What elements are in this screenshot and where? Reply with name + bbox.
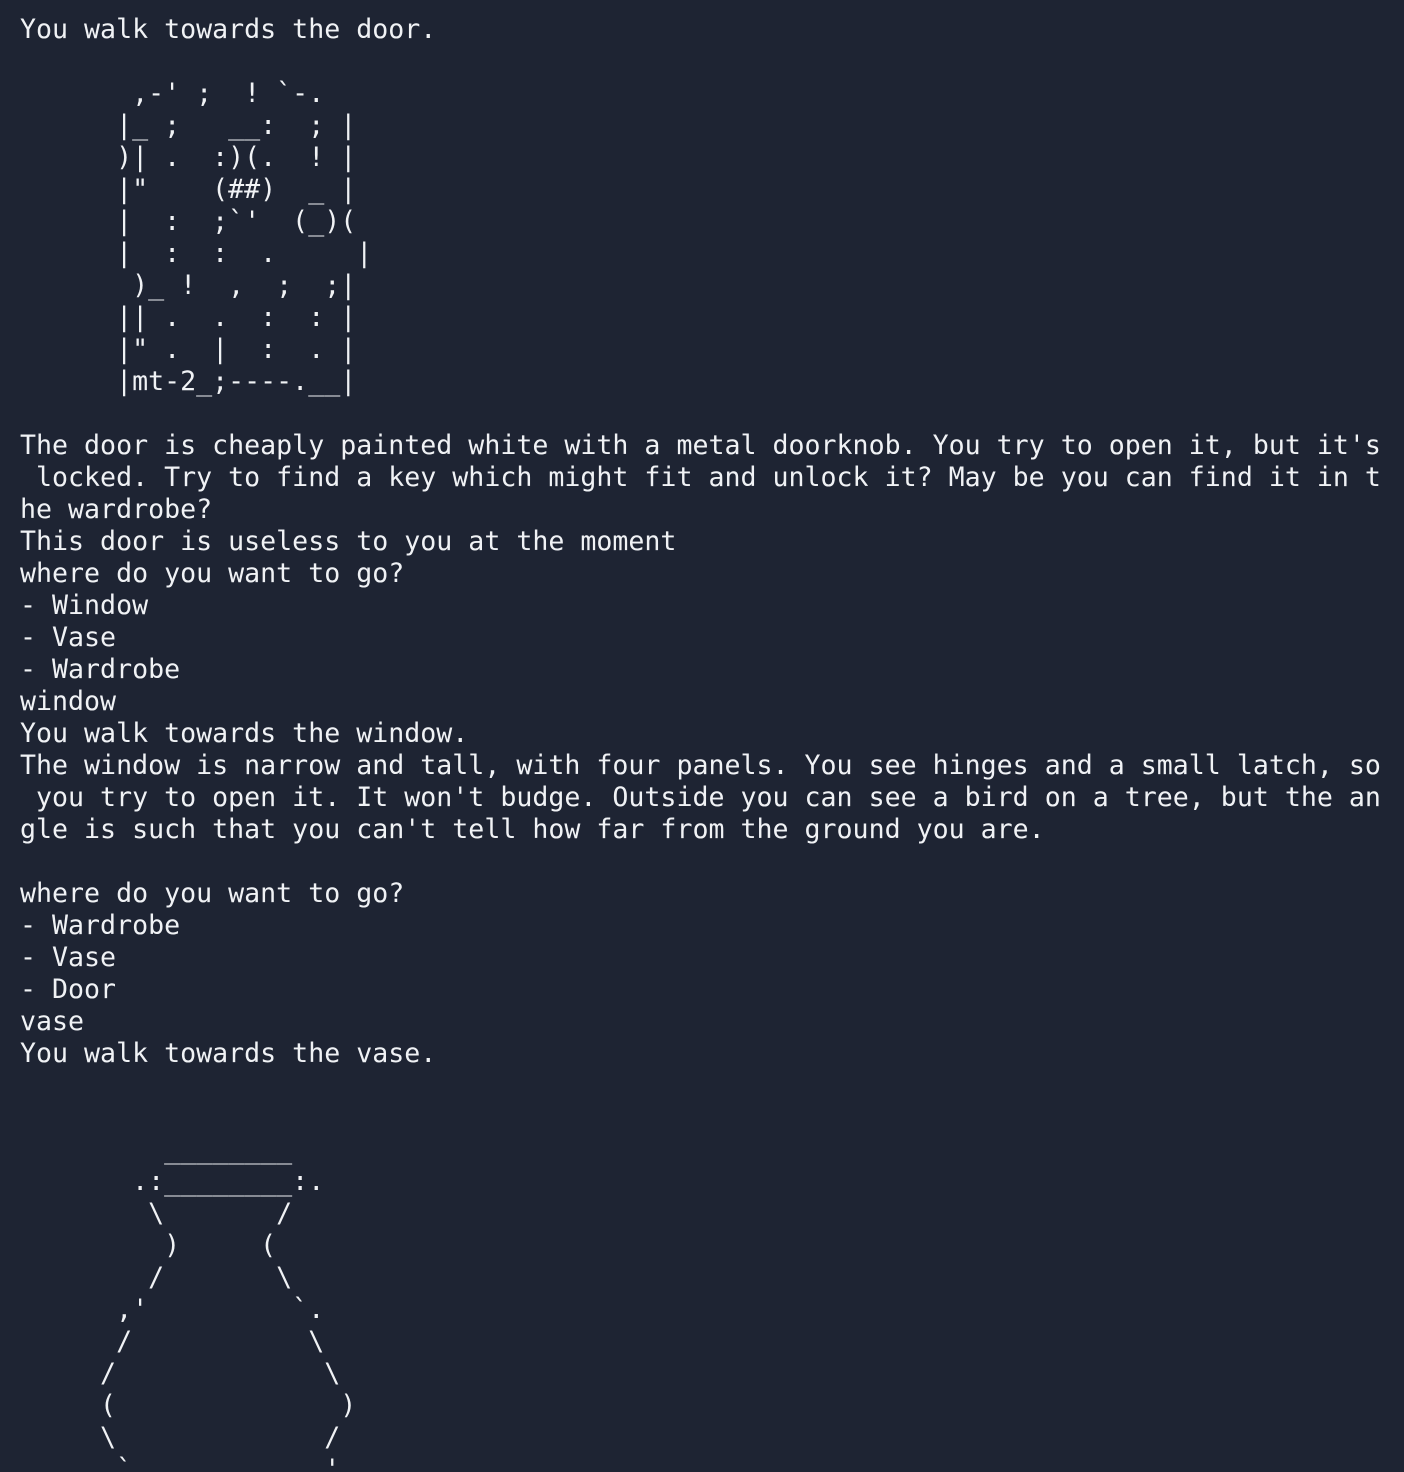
vase-ascii-art: ( )	[20, 1390, 357, 1421]
door-ascii-art: )_ ! , ; ;|	[20, 270, 357, 301]
terminal-line: locked. Try to find a key which might fi…	[20, 462, 1381, 493]
terminal-user-input: vase	[20, 1006, 85, 1037]
vase-ascii-art: `. ,'	[20, 1454, 341, 1472]
terminal-line: gle is such that you can't tell how far …	[20, 814, 1045, 845]
vase-ascii-art: ) (	[20, 1230, 277, 1261]
terminal-line: The window is narrow and tall, with four…	[20, 750, 1381, 781]
vase-ascii-art: / \	[20, 1326, 325, 1357]
terminal-line: you try to open it. It won't budge. Outs…	[20, 782, 1381, 813]
terminal-prompt: where do you want to go?	[20, 558, 405, 589]
terminal-option: - Door	[20, 974, 117, 1005]
terminal-option: - Window	[20, 590, 149, 621]
terminal-line: he wardrobe?	[20, 494, 213, 525]
terminal-user-input: window	[20, 686, 117, 717]
vase-ascii-art: / \	[20, 1358, 341, 1389]
terminal-line: The door is cheaply painted white with a…	[20, 430, 1381, 461]
vase-ascii-art: .:________:.	[20, 1166, 325, 1197]
door-ascii-art: |mt-2_;----.__|	[20, 366, 357, 397]
terminal-output: You walk towards the door. ,-' ; ! `-. |…	[20, 14, 1392, 1472]
terminal-prompt: where do you want to go?	[20, 878, 405, 909]
door-ascii-art: |_ ; __: ; |	[20, 110, 357, 141]
door-ascii-art: ,-' ; ! `-.	[20, 78, 325, 109]
terminal-option: - Wardrobe	[20, 910, 181, 941]
terminal-option: - Vase	[20, 942, 117, 973]
terminal-line: This door is useless to you at the momen…	[20, 526, 677, 557]
door-ascii-art: )| . :)(. ! |	[20, 142, 357, 173]
vase-ascii-art: ________	[20, 1134, 293, 1165]
vase-ascii-art: ,' `.	[20, 1294, 325, 1325]
terminal-line: You walk towards the window.	[20, 718, 469, 749]
door-ascii-art: |" (##) _ |	[20, 174, 357, 205]
door-ascii-art: | : ;`' (_)(	[20, 206, 357, 237]
vase-ascii-art: \ /	[20, 1198, 293, 1229]
vase-ascii-art: \ /	[20, 1422, 341, 1453]
terminal-line: You walk towards the vase.	[20, 1038, 437, 1069]
door-ascii-art: |" . | : . |	[20, 334, 357, 365]
terminal-line: You walk towards the door.	[20, 14, 437, 45]
door-ascii-art: || . . : : |	[20, 302, 357, 333]
terminal-option: - Wardrobe	[20, 654, 181, 685]
door-ascii-art: | : : . |	[20, 238, 373, 269]
vase-ascii-art: / \	[20, 1262, 293, 1293]
terminal-option: - Vase	[20, 622, 117, 653]
